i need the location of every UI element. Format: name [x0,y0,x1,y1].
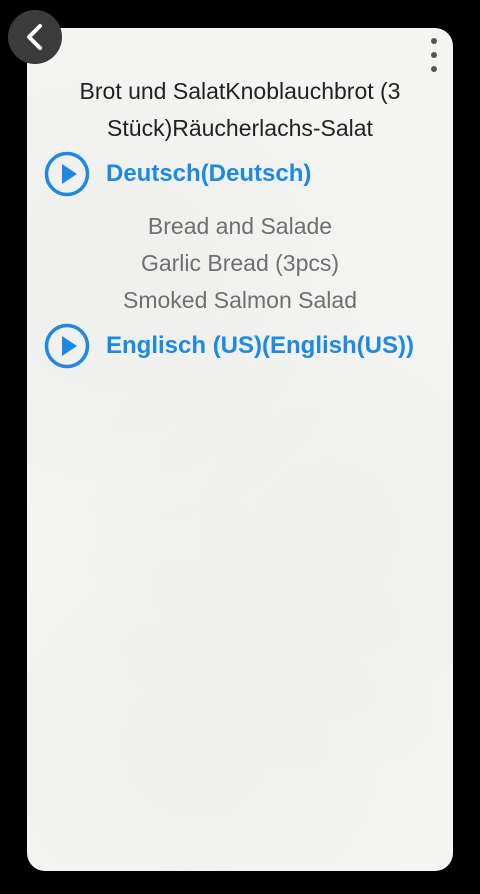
chevron-left-icon [27,24,42,50]
more-options-button[interactable] [423,38,445,72]
play-circle-icon [44,323,90,369]
back-button[interactable] [8,10,62,64]
more-vertical-icon [431,38,437,44]
translation-line: Garlic Bread (3pcs) [140,250,340,276]
source-text: Brot und SalatKnoblauchbrot (3 Stück)Räu… [79,78,401,141]
play-target-language[interactable]: Englisch (US)(English(US)) [44,322,414,370]
translation-text: Bread and Salade Garlic Bread (3pcs) Smo… [27,208,453,319]
play-source-language[interactable]: Deutsch(Deutsch) [44,150,311,198]
target-language-label: Englisch (US)(English(US)) [106,332,414,359]
play-circle-icon [44,151,90,197]
source-language-label: Deutsch(Deutsch) [106,160,312,187]
translation-line: Smoked Salmon Salad [123,287,357,313]
translation-line: Bread and Salade [147,213,333,239]
